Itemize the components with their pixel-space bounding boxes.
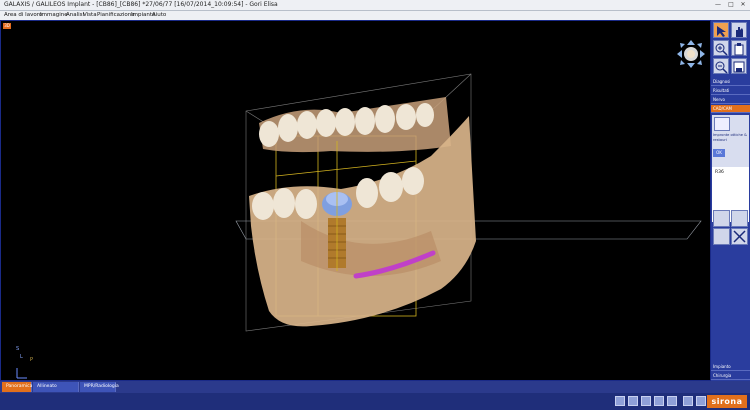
- tool-icon-3[interactable]: [641, 396, 651, 406]
- save-icon[interactable]: [731, 58, 747, 74]
- remove-tool-icon[interactable]: [731, 228, 748, 245]
- menu-vista[interactable]: Vista: [83, 11, 97, 20]
- tab-panoramica[interactable]: Panoramica: [2, 382, 32, 392]
- zoom-out-icon[interactable]: [713, 58, 729, 74]
- view-tab-bar: Panoramica Allineato all'impianto MPR/Ra…: [0, 381, 750, 399]
- status-bar: sirona: [0, 393, 750, 410]
- clipboard-icon[interactable]: [731, 40, 747, 56]
- pan-hand-icon[interactable]: [731, 22, 747, 38]
- model-tool-icon[interactable]: [713, 228, 730, 245]
- menu-bar: Area di lavoro Immagine Analisi Vista Pi…: [0, 11, 750, 20]
- tool-icon-4[interactable]: [654, 396, 664, 406]
- orientation-indicator: [16, 368, 27, 379]
- select-tool-icon[interactable]: [713, 22, 729, 38]
- menu-aiuto[interactable]: Aiuto: [152, 11, 166, 20]
- menu-analisi[interactable]: Analisi: [66, 11, 84, 20]
- category-risultati[interactable]: Risultati: [711, 87, 750, 95]
- tab-mpr-radiologia[interactable]: MPR/Radiologia: [80, 382, 119, 392]
- title-bar: GALAXIS / GALILEOS Implant - [CB86]_[CB8…: [0, 0, 750, 11]
- right-panel: Diagnosi Risultati Nervo CAD/CAM Impront…: [711, 20, 750, 381]
- category-nervo[interactable]: Nervo: [711, 96, 750, 104]
- category-diagnosi[interactable]: Diagnosi: [711, 78, 750, 86]
- orientation-s-label: S: [16, 346, 20, 352]
- sirona-logo: sirona: [707, 395, 747, 408]
- viewport-3d[interactable]: 3D S L P: [0, 20, 711, 381]
- tool-icon-5[interactable]: [667, 396, 677, 406]
- orientation-p-label: P: [30, 357, 34, 363]
- upper-teeth: [259, 97, 451, 153]
- category-impianto[interactable]: Impianto: [711, 363, 750, 371]
- tool-icon-6[interactable]: [683, 396, 693, 406]
- category-cad-cam[interactable]: CAD/CAM: [711, 105, 750, 113]
- section-box: Impronte ottiche & restauri OK: [712, 115, 749, 167]
- close-button[interactable]: ✕: [737, 1, 749, 9]
- window-title: GALAXIS / GALILEOS Implant - [CB86]_[CB8…: [4, 1, 278, 8]
- orientation-l-label: L: [20, 354, 23, 360]
- tool-icon-1[interactable]: [615, 396, 625, 406]
- implant-tool-icon[interactable]: [713, 210, 730, 227]
- restoration-item-r36[interactable]: R36: [715, 170, 724, 175]
- view-navigation-icon[interactable]: [677, 40, 705, 68]
- crown-tool-icon[interactable]: [731, 210, 748, 227]
- ok-button[interactable]: OK: [713, 149, 725, 157]
- minimize-button[interactable]: —: [712, 1, 724, 9]
- category-chirurgia[interactable]: Chirurgia: [711, 372, 750, 380]
- tool-icon-7[interactable]: [696, 396, 706, 406]
- tab-allineato-impianto[interactable]: Allineato all'impianto: [33, 382, 79, 399]
- menu-area-di-lavoro[interactable]: Area di lavoro: [4, 11, 42, 20]
- section-title: Impronte ottiche & restauri: [713, 133, 747, 142]
- menu-immagine[interactable]: Immagine: [40, 11, 68, 20]
- 3d-scene: [16, 40, 705, 379]
- zoom-in-icon[interactable]: [713, 40, 729, 56]
- maximize-button[interactable]: □: [725, 1, 737, 9]
- tool-icon-2[interactable]: [628, 396, 638, 406]
- menu-pianificazione[interactable]: Pianificazione: [97, 11, 135, 20]
- tooth-crown-icon[interactable]: [714, 117, 730, 131]
